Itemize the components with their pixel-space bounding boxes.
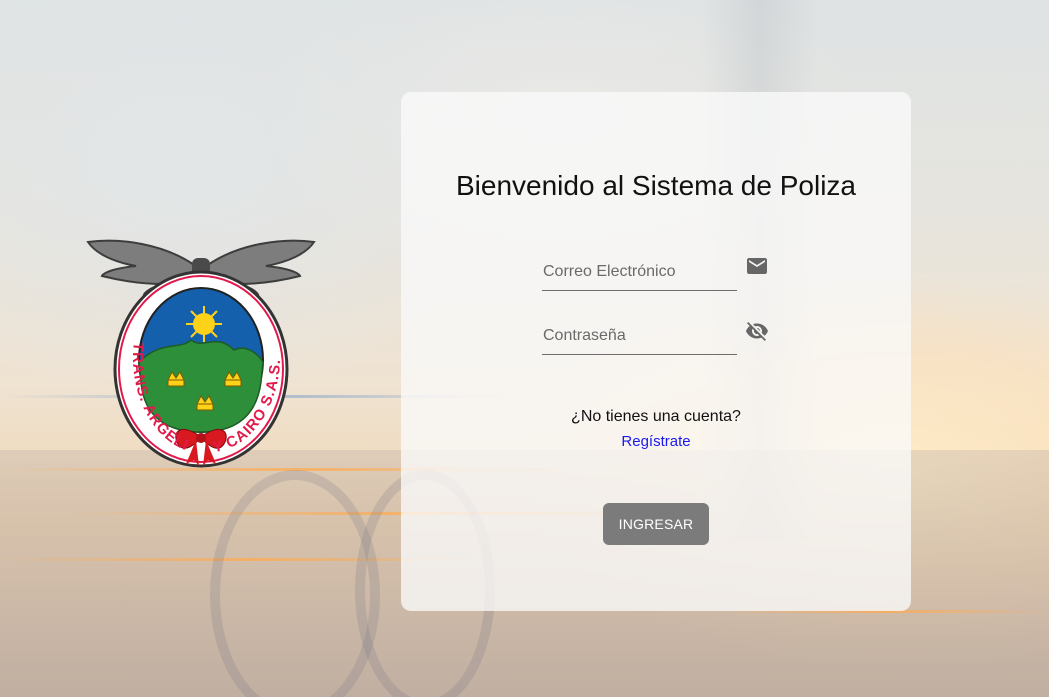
mail-icon [747, 258, 767, 274]
email-field[interactable] [542, 254, 737, 291]
company-logo: TRANS. ARGELIA Y CAIRO S.A.S. [86, 232, 316, 468]
sun-icon [186, 306, 222, 342]
password-input[interactable] [542, 318, 737, 354]
page-title: Bienvenido al Sistema de Poliza [455, 170, 856, 201]
password-field[interactable] [542, 318, 737, 355]
register-link[interactable]: Regístrate [621, 433, 690, 450]
login-card: Bienvenido al Sistema de Poliza ¿No tien… [401, 92, 911, 611]
email-input[interactable] [542, 254, 737, 290]
register-link-row: Regístrate [401, 433, 911, 450]
login-page: TRANS. ARGELIA Y CAIRO S.A.S. Bienvenido… [0, 0, 1049, 697]
eye-off-icon[interactable] [745, 319, 769, 343]
login-button[interactable]: INGRESAR [603, 503, 709, 545]
no-account-text: ¿No tienes una cuenta? [571, 408, 741, 425]
